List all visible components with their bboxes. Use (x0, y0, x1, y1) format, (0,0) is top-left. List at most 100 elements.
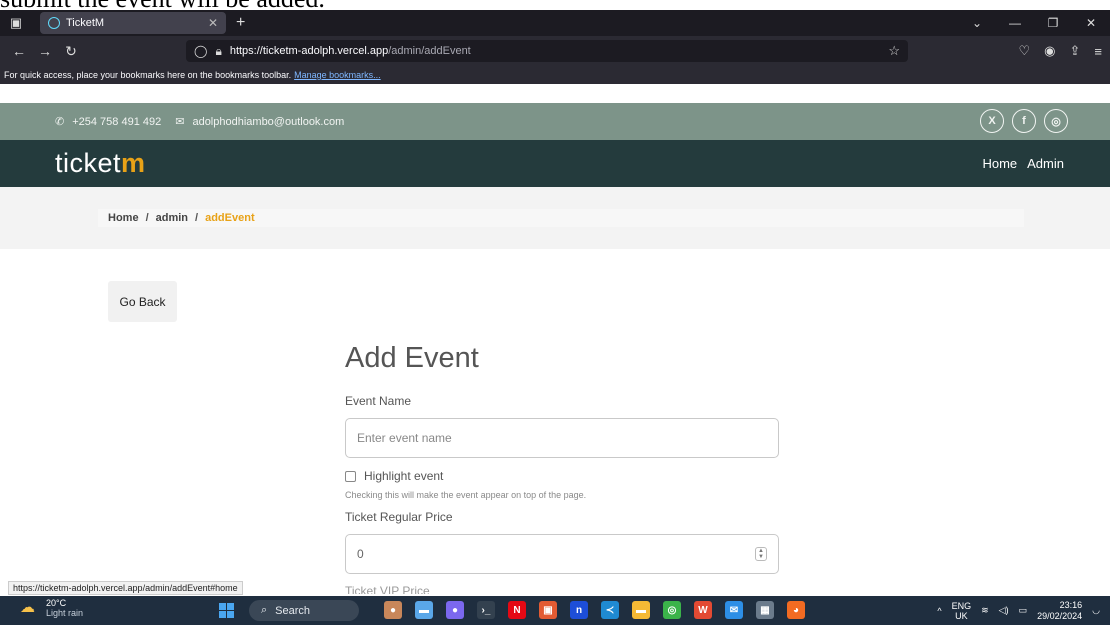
pocket-icon[interactable]: ♡ (1019, 43, 1031, 59)
browser-tabbar: ▣ TicketM ✕ + ⌄ — ❐ ✕ (0, 10, 1110, 36)
nav-admin-link[interactable]: Admin (1027, 156, 1064, 171)
account-icon[interactable]: ◉ (1044, 43, 1055, 59)
bookmark-star-icon[interactable]: ☆ (888, 43, 900, 59)
tab-close-icon[interactable]: ✕ (208, 16, 218, 30)
language-indicator[interactable]: ENG UK (952, 601, 972, 621)
windows-start-icon[interactable] (219, 603, 234, 618)
new-tab-icon[interactable]: + (236, 14, 245, 32)
clock[interactable]: 23:16 29/02/2024 (1037, 600, 1082, 622)
browser-tab-ticketm[interactable]: TicketM ✕ (40, 12, 226, 34)
clock-date: 29/02/2024 (1037, 610, 1083, 621)
highlight-row: Highlight event (345, 468, 779, 484)
instagram-icon[interactable]: ◎ (1044, 109, 1068, 133)
logo-suffix: m (121, 148, 146, 178)
teams-chat-icon[interactable]: ● (446, 601, 464, 619)
tray-overflow-icon[interactable]: ^ (937, 606, 941, 616)
contact-email: ✉ adolphodhiambo@outlook.com (175, 115, 344, 129)
reload-icon[interactable]: ↻ (58, 43, 84, 60)
contact-bar: ✆ +254 758 491 492 ✉ adolphodhiambo@outl… (0, 103, 1110, 140)
wifi-icon[interactable]: ≋ (981, 605, 989, 616)
tab-title: TicketM (66, 17, 105, 29)
highlight-help-text: Checking this will make the event appear… (345, 490, 587, 500)
minimize-icon[interactable]: — (996, 16, 1034, 30)
vscode-icon[interactable]: ≺ (601, 601, 619, 619)
chrome-icon[interactable]: ◎ (663, 601, 681, 619)
notion-like-icon[interactable]: n (570, 601, 588, 619)
status-link-preview: https://ticketm-adolph.vercel.app/admin/… (8, 581, 243, 595)
breadcrumb: Home / admin / addEvent (98, 209, 1024, 227)
battery-icon[interactable]: ▭ (1019, 605, 1028, 616)
site-nav-links: Home Admin (982, 140, 1064, 187)
facebook-icon[interactable]: f (1012, 109, 1036, 133)
taskbar-search-label: Search (275, 604, 311, 617)
breadcrumb-separator: / (145, 212, 149, 224)
social-links: X f ◎ (980, 109, 1068, 133)
menu-icon[interactable]: ≡ (1094, 44, 1102, 59)
terminal-icon[interactable]: ›_ (477, 601, 495, 619)
lock-icon[interactable]: 🔒︎ (215, 44, 221, 59)
number-stepper-icon[interactable]: ▲ ▼ (755, 547, 767, 561)
snipping-tool-icon[interactable]: ▦ (756, 601, 774, 619)
notifications-icon[interactable]: ◡ (1092, 605, 1100, 616)
lang-bottom: UK (955, 610, 968, 621)
nav-home-link[interactable]: Home (982, 156, 1017, 171)
back-arrow-icon[interactable]: ← (6, 43, 32, 59)
site-header: ticketm Home Admin (0, 140, 1110, 187)
forward-arrow-icon[interactable]: → (32, 43, 58, 59)
url-host: https://ticketm-adolph.vercel.app (229, 45, 389, 57)
screen: submit the event will be added. ▣ Ticket… (0, 0, 1110, 625)
event-name-input[interactable]: Enter event name (345, 418, 779, 458)
weather-desc: Light rain (46, 608, 84, 618)
netflix-icon[interactable]: N (508, 601, 526, 619)
taskbar-search[interactable]: ⌕ Search (249, 600, 359, 621)
regular-price-input[interactable]: 0 ▲ ▼ (345, 534, 779, 574)
task-view-icon[interactable]: ▬ (415, 601, 433, 619)
breadcrumb-separator: / (195, 212, 199, 224)
close-window-icon[interactable]: ✕ (1072, 16, 1110, 30)
tab-list-icon[interactable]: ▣ (6, 13, 26, 33)
x-twitter-icon[interactable]: X (980, 109, 1004, 133)
add-event-form: Add Event Event Name Enter event name Hi… (345, 340, 779, 594)
vip-price-label: Ticket VIP Price (345, 584, 430, 594)
react-favicon-icon (48, 17, 60, 29)
regular-price-label: Ticket Regular Price (345, 510, 453, 524)
windows-taskbar: ☁ 20°C Light rain ⌕ Search ● ▬ ● ›_ N ▣ … (0, 596, 1110, 625)
regular-price-value: 0 (357, 547, 364, 561)
postman-icon[interactable]: ▣ (539, 601, 557, 619)
breadcrumb-current: addEvent (205, 212, 255, 224)
weather-rain-icon: ☁ (20, 599, 35, 616)
manage-bookmarks-link[interactable]: Manage bookmarks... (294, 70, 381, 80)
mail-icon[interactable]: ✉ (725, 601, 743, 619)
go-back-button[interactable]: Go Back (108, 281, 177, 322)
breadcrumb-admin[interactable]: admin (156, 212, 188, 224)
extensions-icon[interactable]: ⇪ (1070, 43, 1081, 59)
window-controls: ⌄ — ❐ ✕ (958, 16, 1110, 30)
logo-prefix: ticket (55, 148, 122, 178)
maximize-icon[interactable]: ❐ (1034, 16, 1072, 30)
site-logo[interactable]: ticketm (55, 148, 146, 179)
bookmarks-toolbar: For quick access, place your bookmarks h… (0, 66, 1110, 84)
firefox-icon[interactable]: ◕ (787, 601, 805, 619)
toolbar-right: ♡ ◉ ⇪ ≡ (1019, 36, 1103, 66)
system-tray: ^ ENG UK ≋ ◁) ▭ 23:16 29/02/2024 ◡ (937, 596, 1100, 625)
contact-phone: ✆ +254 758 491 492 (55, 115, 162, 129)
weather-widget[interactable]: ☁ 20°C Light rain (20, 598, 83, 618)
phone-icon: ✆ (55, 116, 65, 128)
widgets-app-icon[interactable]: ● (384, 601, 402, 619)
bookmarks-hint: For quick access, place your bookmarks h… (4, 70, 292, 80)
volume-icon[interactable]: ◁) (999, 605, 1009, 616)
lang-top: ENG (951, 600, 972, 611)
shield-icon[interactable]: ◯ (194, 44, 207, 58)
page-title: Add Event (345, 342, 479, 374)
breadcrumb-home[interactable]: Home (108, 212, 139, 224)
file-explorer-icon[interactable]: ▬ (632, 601, 650, 619)
phone-number: +254 758 491 492 (72, 115, 162, 128)
tab-overflow-chevron-icon[interactable]: ⌄ (958, 16, 996, 30)
weather-text: 20°C Light rain (46, 598, 83, 618)
url-bar[interactable]: ◯ 🔒︎ https://ticketm-adolph.vercel.app/a… (186, 40, 908, 62)
highlight-checkbox[interactable] (345, 470, 356, 482)
office-icon[interactable]: W (694, 601, 712, 619)
event-name-label: Event Name (345, 394, 412, 408)
highlight-label[interactable]: Highlight event (364, 469, 443, 483)
search-icon: ⌕ (261, 604, 268, 616)
